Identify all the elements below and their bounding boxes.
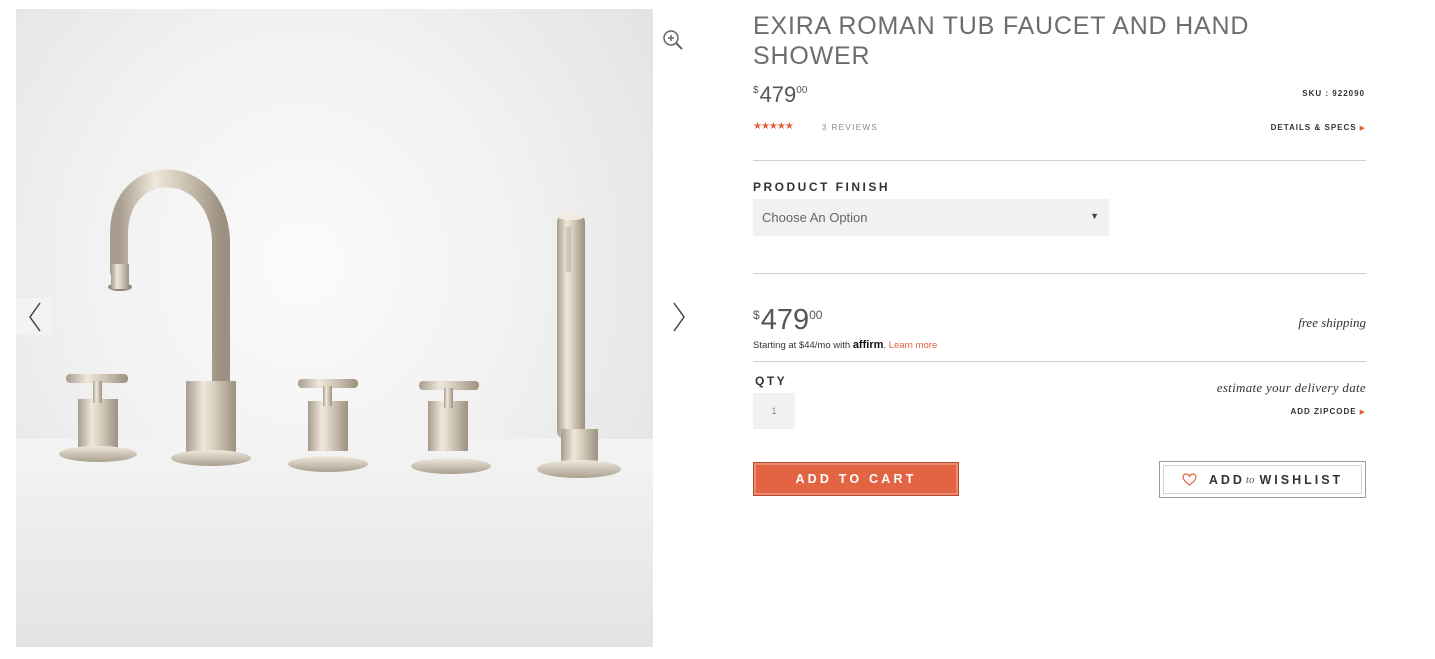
add-to-cart-button[interactable]: ADD TO CART xyxy=(753,462,959,496)
product-finish-label: PRODUCT FINISH xyxy=(753,180,890,194)
zoom-in-icon xyxy=(663,30,683,50)
reviews-link[interactable]: 3 REVIEWS xyxy=(822,123,878,132)
zoom-button[interactable] xyxy=(662,29,684,51)
quantity-input[interactable] xyxy=(753,393,795,429)
previous-image-button[interactable] xyxy=(16,298,53,335)
rating-stars-icon[interactable]: ★★★★★ xyxy=(753,121,794,132)
affirm-logo: affirm xyxy=(852,339,884,351)
wishlist-to-word: to xyxy=(1245,473,1255,486)
chevron-right-icon xyxy=(673,302,685,331)
product-image[interactable] xyxy=(16,9,653,647)
divider xyxy=(753,160,1366,161)
qty-label: QTY xyxy=(755,374,788,388)
add-zipcode-label: ADD ZIPCODE xyxy=(1290,407,1357,416)
add-to-wishlist-button[interactable]: ADD to WISHLIST xyxy=(1159,461,1366,498)
estimate-delivery-label: estimate your delivery date xyxy=(1216,380,1366,395)
price-cents: 00 xyxy=(796,85,808,96)
details-specs-label: DETAILS & SPECS xyxy=(1270,123,1357,132)
product-page: EXIRA ROMAN TUB FAUCET AND HAND SHOWER $… xyxy=(0,0,1435,659)
price-currency: $ xyxy=(753,308,760,322)
finish-selected-value: Choose An Option xyxy=(762,210,868,225)
financing-prefix: Starting at $44/mo with xyxy=(753,340,853,351)
purchase-price: $ 479 00 xyxy=(753,304,822,336)
price-cents: 00 xyxy=(809,308,823,322)
product-title: EXIRA ROMAN TUB FAUCET AND HAND SHOWER xyxy=(753,12,1250,70)
add-zipcode-link[interactable]: ADD ZIPCODE ▶ xyxy=(1200,407,1366,416)
details-specs-link[interactable]: DETAILS & SPECS ▶ xyxy=(1200,123,1366,132)
wishlist-button-content: ADD to WISHLIST xyxy=(1182,473,1343,487)
triangle-down-icon: ▼ xyxy=(1090,211,1099,221)
product-price: $ 479 00 xyxy=(753,80,807,107)
financing-text: Starting at $44/mo with affirm. Learn mo… xyxy=(753,339,937,351)
heart-icon xyxy=(1182,473,1197,486)
wishlist-word: WISHLIST xyxy=(1259,472,1344,487)
price-currency: $ xyxy=(753,85,759,96)
wishlist-add-word: ADD xyxy=(1208,472,1245,487)
divider xyxy=(753,273,1366,274)
chevron-left-icon xyxy=(28,302,41,331)
triangle-right-icon: ▶ xyxy=(1359,409,1366,416)
finish-select[interactable]: Choose An Option ▼ xyxy=(753,199,1109,236)
sku-label: SKU : 922090 xyxy=(1302,89,1365,98)
divider xyxy=(753,361,1366,362)
free-shipping-label: free shipping xyxy=(1298,315,1366,330)
faucet-illustration xyxy=(16,169,653,647)
price-dollars: 479 xyxy=(760,304,810,336)
triangle-right-icon: ▶ xyxy=(1359,125,1366,132)
price-dollars: 479 xyxy=(759,82,797,107)
next-image-button[interactable] xyxy=(664,298,694,335)
learn-more-link[interactable]: Learn more xyxy=(889,340,938,351)
